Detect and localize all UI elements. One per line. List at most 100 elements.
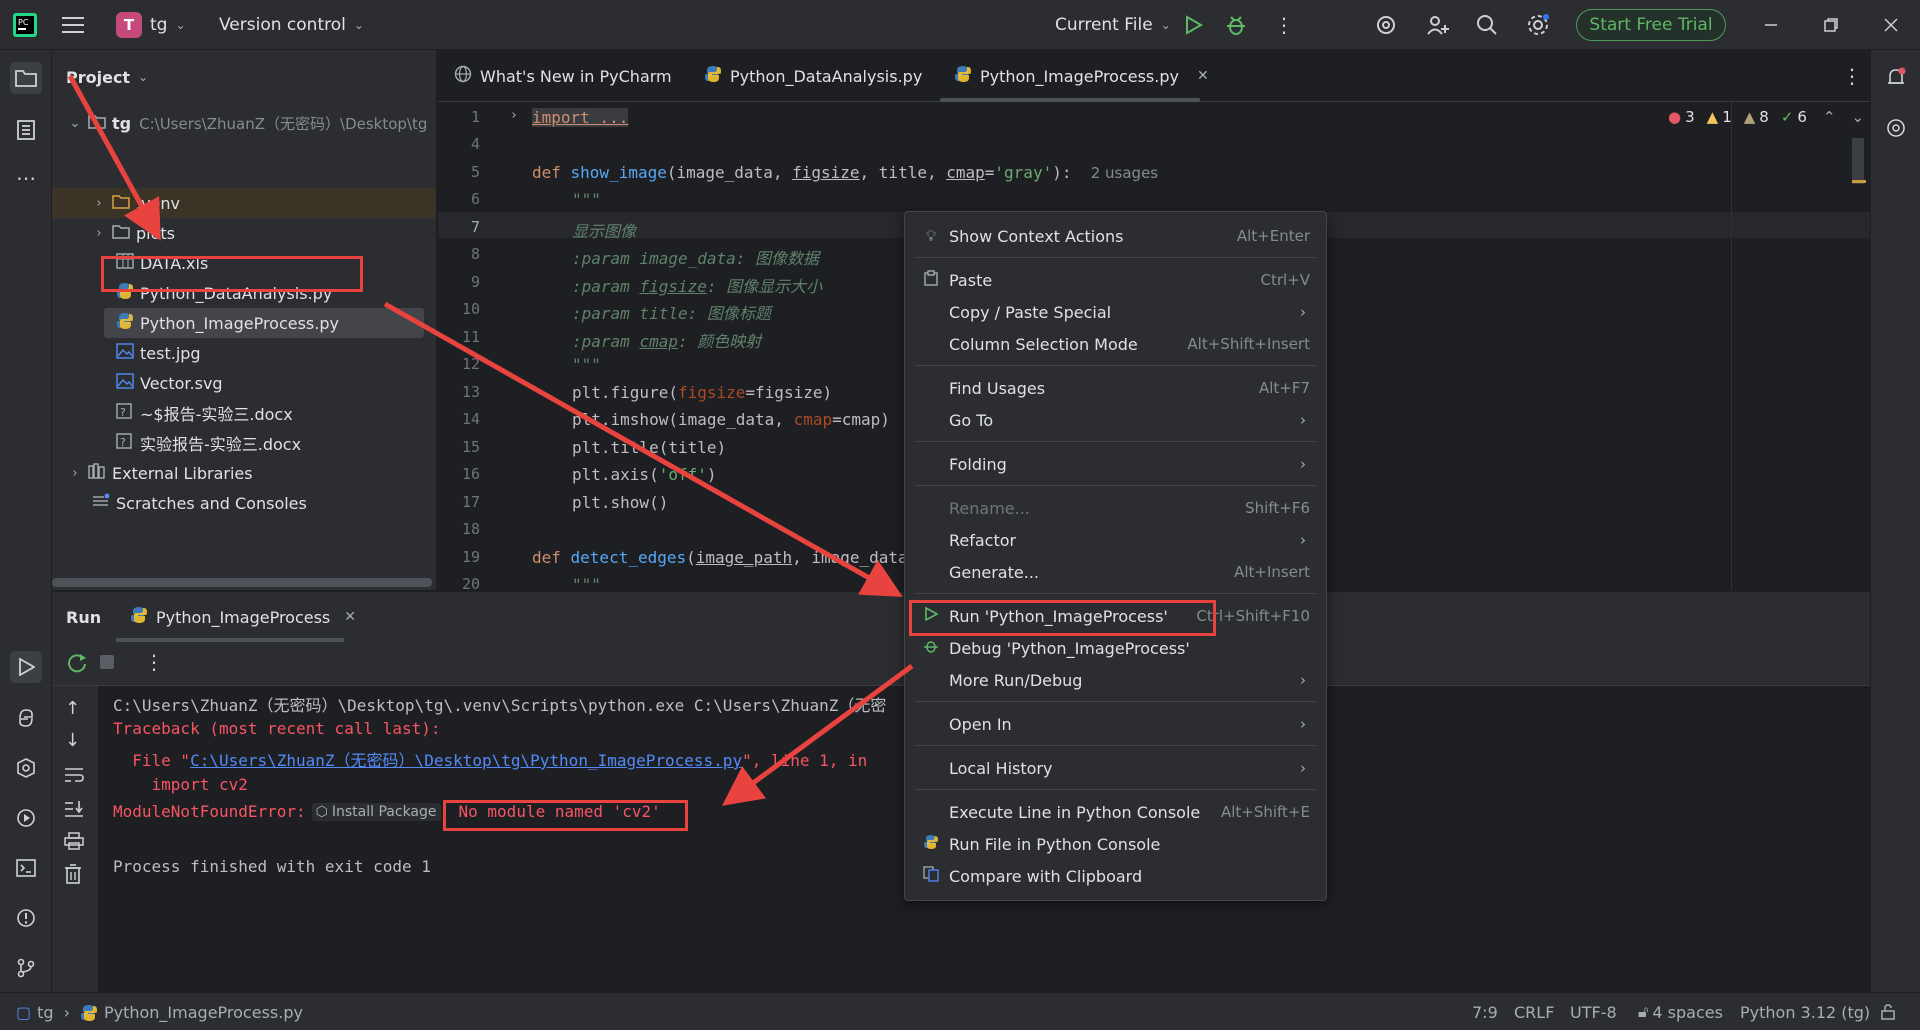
restore-window-icon[interactable] [1824, 0, 1838, 50]
cursor-position[interactable]: 7:9 [1472, 993, 1498, 1030]
python-packages-icon[interactable] [10, 702, 42, 734]
read-only-toggle-icon[interactable] [1880, 993, 1896, 1030]
project-folder-icon[interactable] [10, 62, 42, 94]
minimize-icon[interactable] [1764, 0, 1778, 50]
annotation-box-error-message [443, 800, 688, 831]
chevron-up-icon[interactable]: ⌃ [1823, 108, 1836, 126]
indent-setting[interactable]: 🔓︎ 4 spaces [1638, 993, 1723, 1030]
tree-item-venv[interactable]: › .venv [92, 188, 180, 218]
vcs-menu[interactable]: Version control ⌄ [219, 0, 364, 50]
menu-item-execute-line-console[interactable]: Execute Line in Python Console Alt+Shift… [905, 796, 1326, 828]
ai-assistant-icon[interactable] [1375, 0, 1397, 50]
menu-item-label: Debug 'Python_ImageProcess' [949, 638, 1190, 658]
tab-whats-new[interactable]: What's New in PyCharm [454, 50, 672, 102]
fold-expand-icon[interactable]: › [510, 108, 518, 123]
problems-icon[interactable] [10, 902, 42, 934]
menu-item-local-history[interactable]: Local History › [905, 752, 1326, 784]
chevron-down-icon[interactable]: ⌄ [1852, 108, 1865, 126]
menu-item-column-selection[interactable]: Column Selection Mode Alt+Shift+Insert [905, 328, 1326, 360]
debug-icon[interactable] [1225, 0, 1247, 50]
line-number: 16 [461, 465, 480, 483]
tree-item-label: External Libraries [112, 463, 253, 483]
project-panel-title[interactable]: Project ⌄ [66, 62, 148, 92]
debug-tool-icon[interactable] [10, 802, 42, 834]
install-package-button[interactable]: ⬡ Install Package [311, 802, 441, 821]
menu-item-refactor[interactable]: Refactor › [905, 524, 1326, 556]
arrow-down-icon[interactable]: ↓ [65, 730, 80, 751]
menu-item-folding[interactable]: Folding › [905, 448, 1326, 480]
horizontal-scrollbar[interactable] [52, 578, 432, 587]
notifications-bell-icon[interactable] [1880, 62, 1912, 94]
menu-item-go-to[interactable]: Go To › [905, 404, 1326, 436]
terminal-icon[interactable] [10, 852, 42, 884]
menu-item-copy-paste-special[interactable]: Copy / Paste Special › [905, 296, 1326, 328]
right-margin-guide [1731, 102, 1732, 590]
more-tools-icon[interactable]: ⋯ [10, 162, 42, 194]
close-tab-icon[interactable]: ✕ [1197, 68, 1209, 84]
line-separator[interactable]: CRLF [1514, 993, 1554, 1030]
tree-item-vector-svg[interactable]: Vector.svg [116, 368, 223, 398]
breadcrumb[interactable]: ▢ tg › Python_ImageProcess.py [16, 993, 303, 1030]
ai-chat-icon[interactable] [1880, 112, 1912, 144]
arrow-up-icon[interactable]: ↑ [65, 698, 80, 719]
interpreter[interactable]: Python 3.12 (tg) [1740, 993, 1870, 1030]
trash-icon[interactable] [64, 864, 82, 888]
menu-item-compare-clipboard[interactable]: Compare with Clipboard [905, 860, 1326, 892]
menu-item-label: Compare with Clipboard [949, 866, 1143, 886]
run-panel-title: Run [66, 607, 102, 627]
menu-item-run-file-console[interactable]: Run File in Python Console [905, 828, 1326, 860]
file-encoding[interactable]: UTF-8 [1570, 993, 1617, 1030]
menu-item-paste[interactable]: Paste Ctrl+V [905, 264, 1326, 296]
console-traceback-line: Traceback (most recent call last): [113, 719, 441, 738]
menu-item-show-context-actions[interactable]: 💡︎ Show Context Actions Alt+Enter [905, 220, 1326, 252]
services-icon[interactable] [10, 752, 42, 784]
scroll-to-end-icon[interactable] [64, 800, 84, 822]
menu-item-debug-python-imageprocess[interactable]: Debug 'Python_ImageProcess' [905, 632, 1326, 664]
menu-item-generate[interactable]: Generate... Alt+Insert [905, 556, 1326, 588]
menu-item-open-in[interactable]: Open In › [905, 708, 1326, 740]
search-icon[interactable] [1476, 0, 1498, 50]
tab-python-imageprocess[interactable]: Python_ImageProcess.py ✕ [954, 50, 1209, 102]
more-actions-icon[interactable]: ⋮ [1274, 0, 1294, 50]
annotation-box-run-menu-item [909, 600, 1216, 636]
usages-hint[interactable]: 2 usages [1091, 164, 1158, 182]
run-icon[interactable] [1183, 0, 1203, 50]
soft-wrap-icon[interactable] [64, 766, 84, 788]
file-link[interactable]: C:\Users\ZhuanZ（无密码）\Desktop\tg\Python_I… [190, 751, 742, 770]
structure-icon[interactable] [10, 114, 42, 146]
close-window-icon[interactable] [1884, 0, 1898, 50]
run-more-icon[interactable]: ⋮ [144, 650, 164, 674]
rerun-icon[interactable] [66, 652, 88, 678]
tree-item-plots[interactable]: › plots [92, 218, 175, 248]
tree-item-temp-docx[interactable]: ? ~$报告-实验三.docx [116, 398, 293, 428]
project-switcher[interactable]: T tg ⌄ [116, 0, 186, 50]
tree-item-report-docx[interactable]: ? 实验报告-实验三.docx [116, 428, 301, 458]
menu-item-more-run-debug[interactable]: More Run/Debug › [905, 664, 1326, 696]
tree-item-label: test.jpg [140, 343, 201, 363]
project-badge: T [116, 12, 142, 38]
run-config-selector[interactable]: Current File ⌄ [1055, 0, 1171, 50]
tree-item-scratches[interactable]: Scratches and Consoles [92, 488, 307, 518]
start-free-trial-button[interactable]: Start Free Trial [1576, 9, 1726, 41]
inspections-widget[interactable]: ● 3 ▲ 1 ▲ 8 ✓ 6 ⌃ ⌄ [1668, 108, 1864, 126]
scrollbar-thumb[interactable] [1852, 138, 1864, 184]
main-menu-icon[interactable] [62, 0, 84, 50]
menu-item-rename[interactable]: Rename... Shift+F6 [905, 492, 1326, 524]
run-tool-icon[interactable] [10, 651, 42, 683]
close-run-tab-icon[interactable]: ✕ [344, 609, 356, 625]
run-tab-python-imageprocess[interactable]: Python_ImageProcess ✕ [130, 592, 356, 642]
print-icon[interactable] [64, 832, 84, 854]
lightbulb-icon: 💡︎ [925, 227, 937, 245]
tree-item-test-jpg[interactable]: test.jpg [116, 338, 201, 368]
tree-root-tg[interactable]: ⌄ tg C:\Users\ZhuanZ（无密码）\Desktop\tg [68, 108, 428, 138]
menu-item-find-usages[interactable]: Find Usages Alt+F7 [905, 372, 1326, 404]
tab-options-icon[interactable]: ⋮ [1842, 50, 1862, 102]
git-icon[interactable] [10, 952, 42, 984]
pycharm-logo-icon[interactable]: PC [12, 0, 38, 50]
settings-gear-icon[interactable] [1526, 0, 1550, 50]
tree-item-python-imageprocess[interactable]: Python_ImageProcess.py [116, 308, 339, 338]
tab-python-dataanalysis[interactable]: Python_DataAnalysis.py [704, 50, 922, 102]
tree-item-external-libraries[interactable]: › External Libraries [68, 458, 253, 488]
add-user-icon[interactable] [1426, 0, 1450, 50]
stop-icon[interactable] [100, 655, 114, 669]
